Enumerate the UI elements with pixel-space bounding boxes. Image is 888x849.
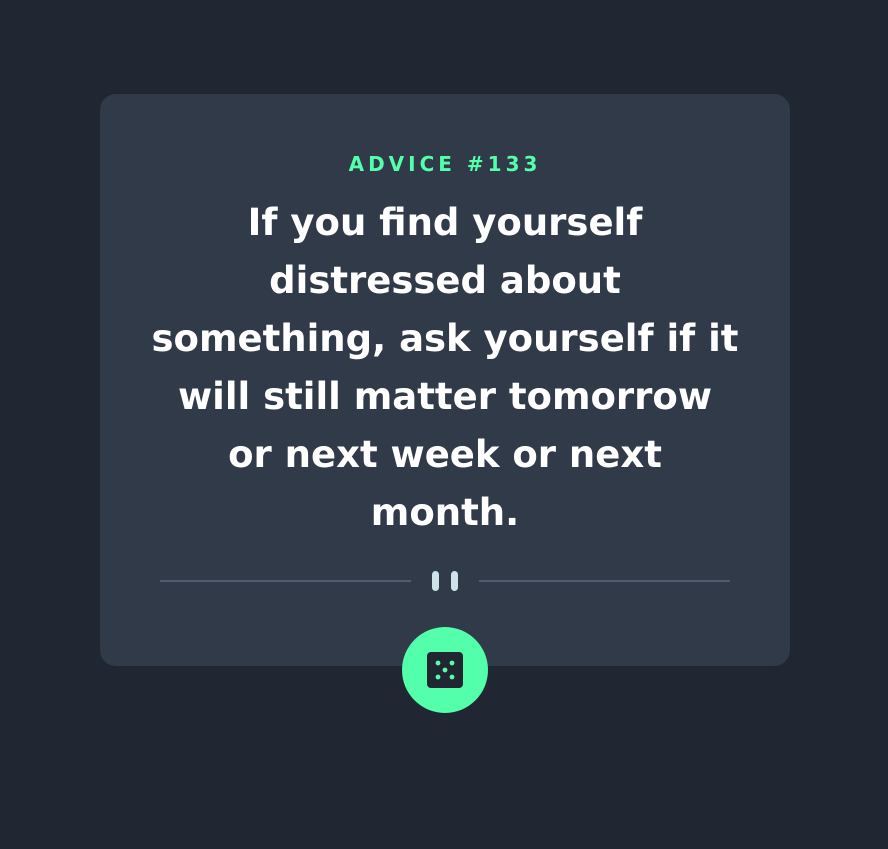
divider-line-right bbox=[479, 580, 730, 582]
pause-icon bbox=[432, 571, 458, 591]
advice-id-label: ADVICE #133 bbox=[348, 152, 542, 176]
advice-quote: If you find yourself distressed about so… bbox=[151, 201, 739, 534]
divider bbox=[160, 569, 730, 593]
advice-card: ADVICE #133 If you find yourself distres… bbox=[100, 94, 790, 666]
divider-line-left bbox=[160, 580, 411, 582]
dice-icon bbox=[427, 652, 463, 688]
new-advice-button[interactable] bbox=[402, 627, 488, 713]
